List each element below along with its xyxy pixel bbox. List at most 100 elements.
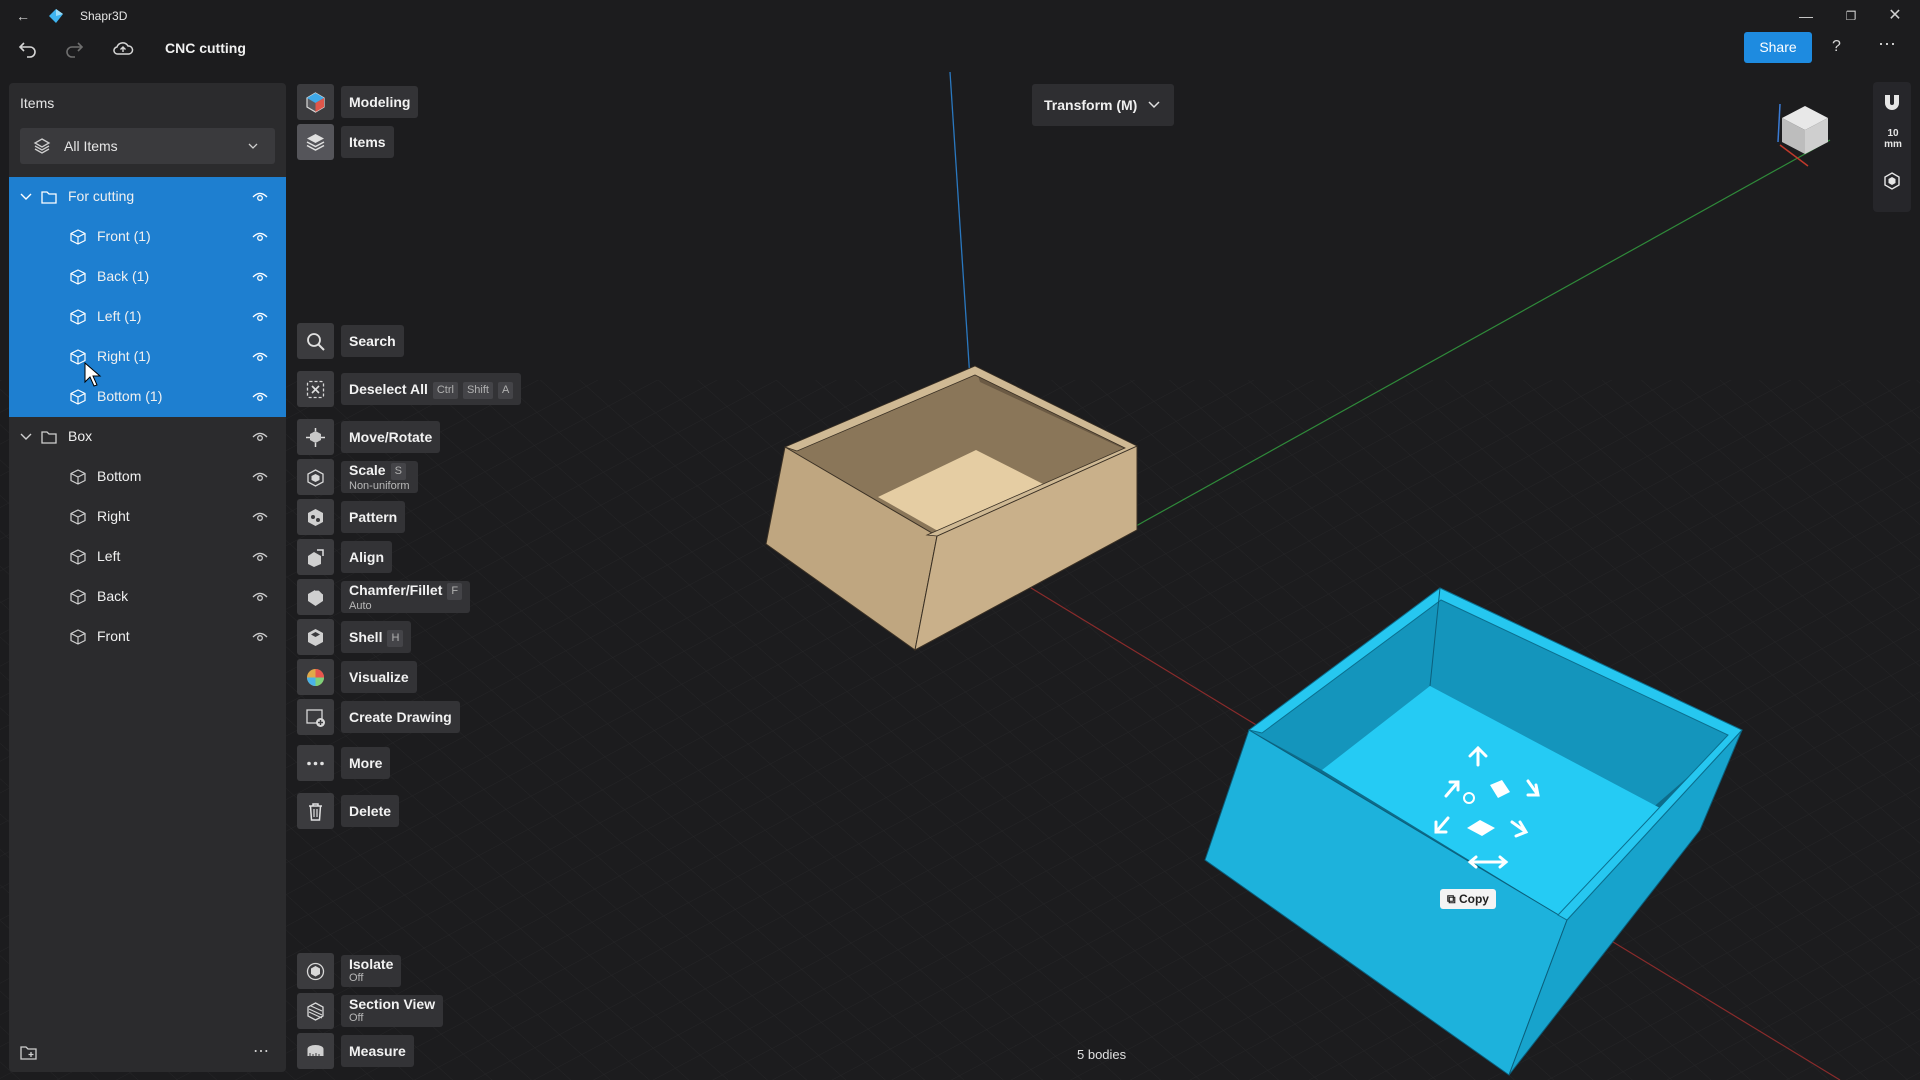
tool-label: Delete — [349, 803, 392, 819]
group-row-for-cutting[interactable]: For cutting — [9, 177, 286, 217]
visibility-eye-icon[interactable] — [252, 549, 268, 565]
visualize-icon — [307, 669, 324, 686]
body-cube-icon — [70, 389, 86, 405]
body-cube-icon — [70, 269, 86, 285]
maximize-icon[interactable]: ❐ — [1840, 6, 1862, 26]
item-row-back[interactable]: Back — [9, 577, 286, 617]
help-icon[interactable]: ? — [1832, 38, 1841, 56]
new-folder-icon[interactable] — [19, 1044, 39, 1062]
item-row-bottom-1[interactable]: Bottom (1) — [9, 377, 286, 417]
visibility-eye-icon[interactable] — [252, 349, 268, 365]
folder-icon — [41, 191, 57, 204]
item-row-front-1[interactable]: Front (1) — [9, 217, 286, 257]
item-name: Left (1) — [97, 308, 142, 324]
item-row-back-1[interactable]: Back (1) — [9, 257, 286, 297]
app-logo-icon — [47, 7, 65, 25]
search-icon — [307, 333, 325, 351]
command-bar — [0, 32, 1920, 68]
section-view-icon — [307, 1002, 324, 1021]
body-cube-icon — [70, 629, 86, 645]
filter-label: All Items — [64, 138, 118, 154]
tool-label: Shell — [349, 629, 383, 645]
item-row-right-1[interactable]: Right (1) — [9, 337, 286, 377]
tool-sublabel: Auto — [349, 599, 372, 612]
transform-mode-dropdown[interactable]: Transform (M) — [1032, 84, 1174, 126]
visibility-eye-icon[interactable] — [252, 469, 268, 485]
close-icon[interactable]: ✕ — [1884, 6, 1906, 26]
panel-title: Items — [20, 95, 55, 111]
modeling-icon — [306, 92, 325, 113]
item-row-left[interactable]: Left — [9, 537, 286, 577]
item-row-right[interactable]: Right — [9, 497, 286, 537]
body-cube-icon — [70, 549, 86, 565]
scale-icon — [307, 469, 324, 487]
group-name: For cutting — [68, 188, 135, 204]
group-row-box[interactable]: Box — [9, 417, 286, 457]
body-cube-icon — [70, 509, 86, 525]
document-title[interactable]: CNC cutting — [165, 40, 246, 56]
move-rotate-icon — [306, 428, 325, 447]
visibility-eye-icon[interactable] — [252, 589, 268, 605]
tool-label: Align — [349, 549, 384, 565]
panel-more-icon[interactable]: ⋯ — [253, 1041, 269, 1061]
item-row-bottom[interactable]: Bottom — [9, 457, 286, 497]
3d-viewport[interactable] — [0, 0, 1920, 1080]
item-name: Back — [97, 588, 129, 604]
pattern-icon — [308, 509, 323, 526]
snap-magnet-icon[interactable] — [1881, 92, 1903, 114]
tool-label: Measure — [349, 1043, 406, 1059]
deselect-icon — [306, 380, 325, 399]
chamfer-fillet-icon — [308, 589, 324, 606]
redo-icon[interactable] — [64, 38, 84, 58]
item-name: Right (1) — [97, 348, 151, 364]
tool-sublabel: Non-uniform — [349, 479, 410, 492]
copy-button[interactable]: ⧉ Copy — [1440, 889, 1496, 909]
chevron-down-icon[interactable] — [19, 430, 33, 444]
tool-label: Create Drawing — [349, 709, 452, 725]
shortcut-key: H — [387, 629, 404, 647]
isolate-icon — [306, 962, 325, 981]
tool-label: Section View — [349, 996, 436, 1012]
measure-icon — [307, 1045, 324, 1056]
more-dots-icon — [307, 761, 324, 766]
back-arrow-icon[interactable]: ← — [12, 6, 34, 26]
more-options-icon[interactable]: ⋯ — [1878, 34, 1897, 55]
visibility-eye-icon[interactable] — [252, 429, 268, 445]
copy-icon: ⧉ — [1447, 892, 1456, 906]
app-name: Shapr3D — [80, 9, 128, 23]
visibility-eye-icon[interactable] — [252, 269, 268, 285]
undo-icon[interactable] — [18, 38, 38, 58]
minimize-icon[interactable]: — — [1795, 6, 1817, 26]
visibility-eye-icon[interactable] — [252, 309, 268, 325]
folder-icon — [41, 431, 57, 444]
visibility-eye-icon[interactable] — [252, 389, 268, 405]
align-icon — [308, 549, 324, 567]
items-filter-dropdown[interactable]: All Items — [20, 128, 275, 164]
share-button[interactable]: Share — [1744, 32, 1812, 63]
layers-icon — [306, 134, 325, 151]
item-name: Bottom (1) — [97, 388, 163, 404]
visibility-eye-icon[interactable] — [252, 629, 268, 645]
tool-label: Move/Rotate — [349, 429, 433, 445]
item-row-front[interactable]: Front — [9, 617, 286, 657]
visibility-eye-icon[interactable] — [252, 509, 268, 525]
item-row-left-1[interactable]: Left (1) — [9, 297, 286, 337]
item-name: Front (1) — [97, 228, 151, 244]
cloud-sync-icon[interactable] — [112, 38, 134, 58]
tool-sublabel: Off — [349, 1012, 364, 1024]
units-indicator[interactable]: 10 mm — [1883, 128, 1903, 150]
shortcut-key: Shift — [462, 381, 493, 399]
tool-label: Pattern — [349, 509, 398, 525]
chevron-down-icon — [1148, 101, 1160, 109]
visibility-eye-icon[interactable] — [252, 229, 268, 245]
status-bodies-count: 5 bodies — [1077, 1047, 1127, 1062]
tool-label: Scale — [349, 462, 386, 478]
view-orientation-icon[interactable] — [1881, 170, 1903, 192]
items-panel: Items All Items For cutting Front (1) Ba… — [9, 83, 286, 1072]
chevron-down-icon[interactable] — [19, 190, 33, 204]
visibility-eye-icon[interactable] — [252, 189, 268, 205]
item-name: Bottom — [97, 468, 142, 484]
body-cube-icon — [70, 589, 86, 605]
body-cube-icon — [70, 229, 86, 245]
shortcut-key: S — [390, 462, 406, 480]
